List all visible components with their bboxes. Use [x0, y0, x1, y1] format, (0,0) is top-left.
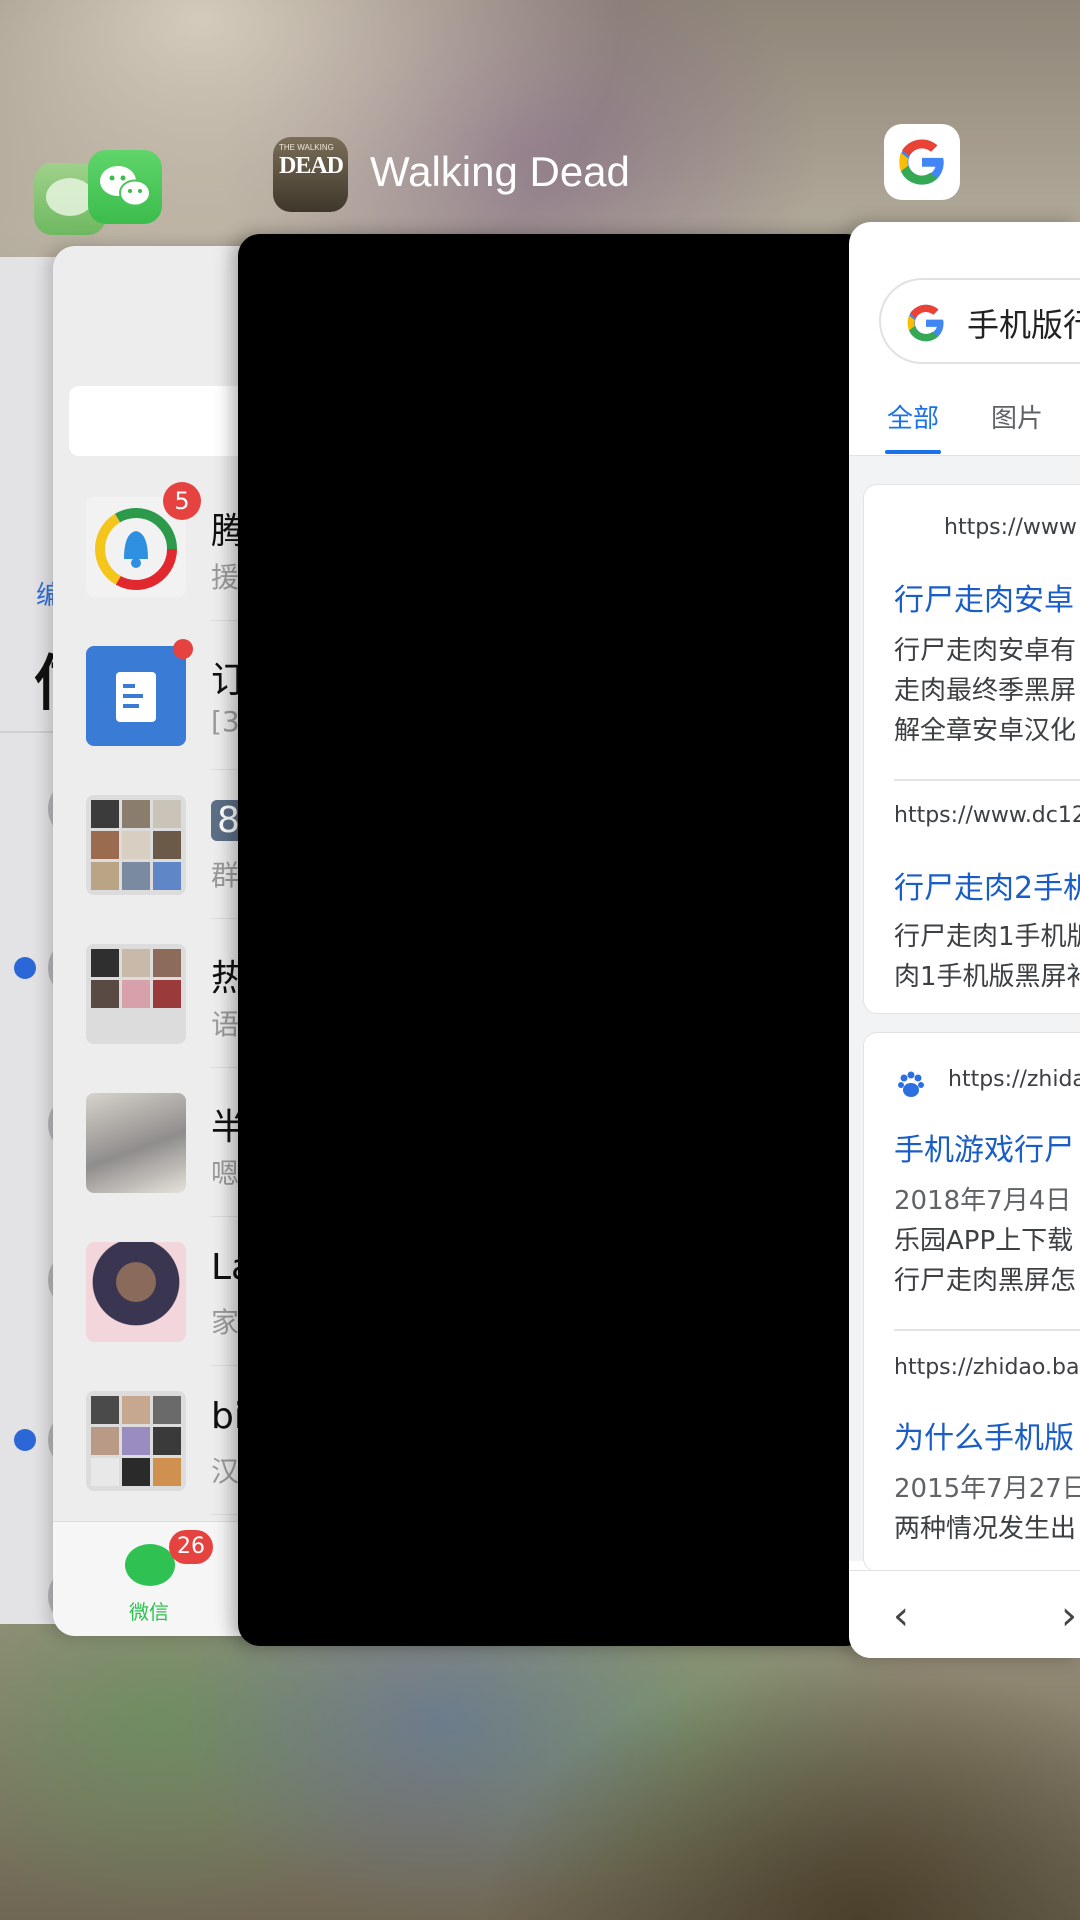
baidu-paw-icon — [898, 1071, 924, 1097]
group-avatar — [86, 944, 186, 1044]
result-title-link[interactable]: 手机游戏行尸 — [894, 1125, 1074, 1169]
google-search-query: 手机版行 — [967, 306, 1080, 344]
result-snippet-line: 解全章安卓汉化 — [894, 716, 1077, 746]
wechat-app-icon[interactable] — [88, 150, 162, 224]
unread-dot — [14, 957, 36, 979]
result-title-link[interactable]: 行尸走肉安卓 — [894, 575, 1074, 619]
result-url[interactable]: https://www.dc12 — [894, 803, 1080, 828]
back-chevron-icon[interactable]: ‹ — [893, 1593, 909, 1639]
chat-preview: 家 — [211, 1306, 240, 1339]
chats-tab-icon[interactable] — [125, 1544, 175, 1586]
result-divider — [894, 1329, 1080, 1331]
chat-preview: 群 — [211, 859, 240, 892]
chat-preview: 援 — [211, 561, 240, 594]
google-app-card[interactable]: 手机版行 全部 图片 https://www 行尸走肉安卓 行尸走肉安卓有 走肉… — [849, 222, 1080, 1658]
chats-tab-badge: 26 — [169, 1530, 213, 1564]
walking-dead-app-card[interactable] — [238, 234, 868, 1646]
chat-preview: 汉 — [211, 1455, 240, 1488]
active-tab-indicator — [885, 450, 941, 454]
result-card: https://www 行尸走肉安卓 行尸走肉安卓有 走肉最终季黑屏 解全章安卓… — [863, 484, 1080, 1014]
result-snippet-line: 行尸走肉1手机版 — [894, 922, 1080, 952]
result-snippet-line: 乐园APP上下载 — [894, 1226, 1074, 1256]
result-snippet-line: 走肉最终季黑屏 — [894, 676, 1077, 706]
chat-preview: 嗯 — [211, 1157, 240, 1190]
unread-count-badge: 5 — [163, 482, 201, 520]
chats-tab-label[interactable]: 微信 — [129, 1596, 169, 1625]
result-snippet-line: 行尸走肉安卓有 — [894, 636, 1077, 666]
unread-dot-badge — [173, 639, 193, 659]
group-avatar — [86, 795, 186, 895]
result-url[interactable]: https://www — [944, 515, 1077, 540]
walking-dead-app-icon[interactable]: THE WALKING DEAD — [273, 137, 348, 212]
result-title-link[interactable]: 行尸走肉2手机 — [894, 863, 1080, 907]
google-results-area: https://www 行尸走肉安卓 行尸走肉安卓有 走肉最终季黑屏 解全章安卓… — [849, 456, 1080, 1572]
walking-dead-icon-text: DEAD — [279, 153, 344, 179]
document-icon — [116, 672, 156, 722]
result-date: 2018年7月4日 — [894, 1186, 1072, 1216]
result-snippet-line: 两种情况发生出 — [894, 1514, 1077, 1544]
wechat-bubbles-icon — [100, 166, 151, 207]
result-url[interactable]: https://zhida — [948, 1067, 1080, 1092]
chat-preview: [3 — [211, 705, 240, 738]
unread-dot — [14, 1429, 36, 1451]
result-title-link[interactable]: 为什么手机版 — [894, 1413, 1074, 1457]
result-snippet-line: 行尸走肉黑屏怎 — [894, 1266, 1077, 1296]
google-search-bar[interactable]: 手机版行 — [879, 278, 1080, 364]
result-date: 2015年7月27日 — [894, 1474, 1080, 1504]
result-card: https://zhida 手机游戏行尸 2018年7月4日 乐园APP上下载 … — [863, 1032, 1080, 1572]
google-g-icon — [907, 304, 945, 342]
chat-preview: 语 — [211, 1008, 240, 1041]
forward-chevron-icon[interactable]: › — [1061, 1593, 1077, 1639]
contact-avatar — [86, 1093, 186, 1193]
google-tab-all[interactable]: 全部 — [887, 398, 939, 435]
contact-avatar — [86, 1242, 186, 1342]
walking-dead-icon-small-text: THE WALKING — [279, 143, 334, 152]
result-divider — [894, 779, 1080, 781]
subscription-avatar — [86, 646, 186, 746]
google-logo-icon — [899, 139, 946, 185]
result-snippet-line: 肉1手机版黑屏补 — [894, 962, 1080, 992]
walking-dead-app-label: Walking Dead — [370, 148, 630, 195]
google-bottom-bar: ‹ › — [849, 1570, 1080, 1658]
google-app-icon[interactable] — [884, 124, 960, 200]
group-avatar — [86, 1391, 186, 1491]
google-tab-images[interactable]: 图片 — [991, 398, 1043, 435]
result-url[interactable]: https://zhidao.ba — [894, 1355, 1079, 1380]
